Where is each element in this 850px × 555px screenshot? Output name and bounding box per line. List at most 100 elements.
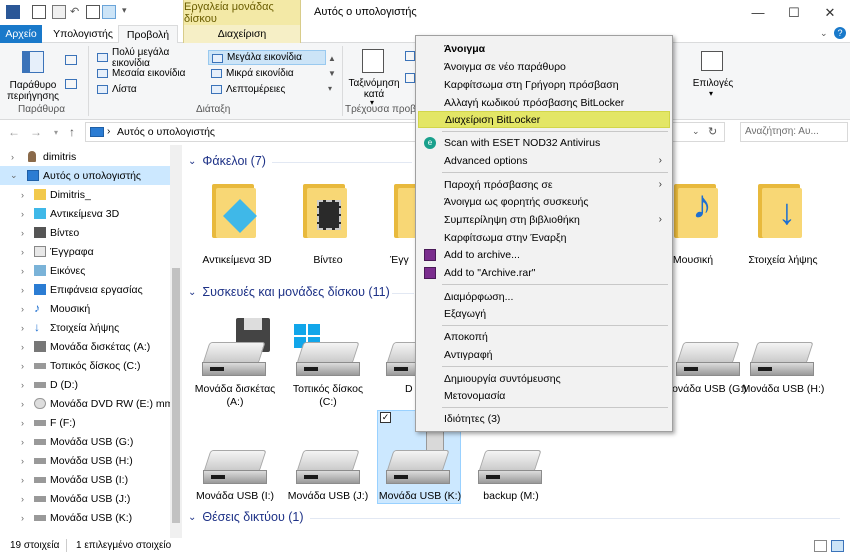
drive-label[interactable]: Μονάδα USB (H:) (738, 383, 828, 395)
preview-pane-icon[interactable] (65, 55, 77, 65)
layout-small-icons[interactable]: Μικρά εικονίδια (208, 66, 326, 81)
tree-item-dimitris-folder[interactable]: › Dimitris_ (0, 185, 170, 204)
tree-item-usb-j[interactable]: › Μονάδα USB (J:) (0, 489, 170, 508)
tree-item-usb-k[interactable]: › Μονάδα USB (K:) (0, 508, 170, 527)
tree-item-desktop[interactable]: › Επιφάνεια εργασίας (0, 280, 170, 299)
tree-item-floppy-a[interactable]: › Μονάδα δισκέτας (A:) (0, 337, 170, 356)
tree-item-downloads[interactable]: › ↓ Στοιχεία λήψης (0, 318, 170, 337)
address-dropdown-icon[interactable]: ⌄ (692, 126, 700, 137)
menu-item-open-as-portable[interactable]: Άνοιγμα ως φορητής συσκευής (418, 193, 670, 210)
menu-item-cut[interactable]: Αποκοπή (418, 328, 670, 345)
undo-icon[interactable]: ↶ (70, 5, 84, 19)
layout-scroll-icon[interactable]: ▲ ▼ ▾ (328, 51, 336, 96)
group-by-icon[interactable] (405, 51, 415, 61)
section-folders[interactable]: ⌄ Φάκελοι (7) (188, 154, 266, 168)
menu-item-give-access[interactable]: Παροχή πρόσβασης σε › (418, 176, 670, 193)
new-folder-icon[interactable] (52, 5, 66, 19)
folder-label[interactable]: Βίντεο (283, 254, 373, 266)
drive-backup-m[interactable] (478, 450, 542, 490)
drive-usb-g[interactable] (676, 342, 740, 382)
tree-item-dvd-e[interactable]: › Μονάδα DVD RW (E:) mm0 (0, 394, 179, 413)
options-button[interactable]: Επιλογές (692, 78, 734, 89)
menu-item-pin-to-start[interactable]: Καρφίτσωμα στην Έναρξη (418, 229, 670, 246)
menu-item-pin-quick-access[interactable]: Καρφίτσωμα στη Γρήγορη πρόσβαση (418, 76, 670, 93)
ribbon-collapse-icon[interactable]: ⌄ (820, 28, 828, 39)
drive-c[interactable] (296, 342, 360, 382)
tree-item-this-pc[interactable]: ⌄ Αυτός ο υπολογιστής (0, 166, 170, 185)
drive-label[interactable]: Μονάδα USB (J:) (283, 490, 373, 502)
menu-item-properties[interactable]: Ιδιότητες (3) (418, 410, 670, 427)
breadcrumb-separator-icon[interactable]: › (107, 126, 110, 137)
search-input[interactable]: Αναζήτηση: Αυ... (740, 122, 848, 142)
tree-item-documents[interactable]: › Έγγραφα (0, 242, 170, 261)
menu-item-advanced-options[interactable]: Advanced options › (418, 152, 670, 169)
drive-label[interactable]: backup (M:) (466, 490, 556, 502)
folder-label[interactable]: Αντικείμενα 3D (192, 254, 282, 266)
forward-icon[interactable]: → (28, 124, 44, 140)
drive-d[interactable] (386, 342, 416, 382)
folder-label[interactable]: Στοιχεία λήψης (738, 254, 828, 266)
menu-item-change-bitlocker-password[interactable]: Αλλαγή κωδικού πρόσβασης BitLocker (418, 94, 670, 111)
section-devices[interactable]: ⌄ Συσκευές και μονάδες δίσκου (11) (188, 285, 390, 299)
sort-by-button[interactable]: Ταξινόμηση κατά (346, 78, 402, 100)
drive-label[interactable]: Τοπικός δίσκος (C:) (283, 383, 373, 409)
properties-icon[interactable] (32, 5, 46, 19)
drive-usb-k[interactable] (386, 450, 450, 490)
add-columns-icon[interactable] (405, 73, 415, 83)
menu-item-include-in-library[interactable]: Συμπερίληψη στη βιβλιοθήκη › (418, 211, 670, 228)
menu-item-eject[interactable]: Εξαγωγή (418, 305, 670, 322)
tree-item-pictures[interactable]: › Εικόνες (0, 261, 170, 280)
folder-videos[interactable] (303, 180, 349, 240)
tree-item-music[interactable]: › ♪ Μουσική (0, 299, 170, 318)
drive-label[interactable]: Μονάδα USB (G:) (660, 383, 750, 395)
tree-item-videos[interactable]: › Βίντεο (0, 223, 170, 242)
layout-list[interactable]: Λίστα (94, 82, 206, 97)
section-network[interactable]: ⌄ Θέσεις δικτύου (1) (188, 510, 304, 524)
drive-usb-h[interactable] (750, 342, 814, 382)
tree-item-usb-i[interactable]: › Μονάδα USB (I:) (0, 470, 170, 489)
help-icon[interactable]: ? (834, 27, 846, 39)
quick-access-dropdown-icon[interactable]: ▾ (122, 5, 136, 19)
back-icon[interactable]: ← (6, 124, 22, 140)
options-dropdown-icon[interactable]: ▾ (709, 89, 713, 98)
details-pane-icon[interactable] (65, 79, 77, 89)
menu-item-eset-scan[interactable]: e Scan with ESET NOD32 Antivirus (418, 134, 670, 151)
layout-extra-large-icons[interactable]: Πολύ μεγάλα εικονίδια (94, 47, 206, 69)
minimize-icon[interactable]: — (740, 0, 776, 25)
tree-item-drive-d[interactable]: › D (D:) (0, 375, 170, 394)
tree-item-local-c[interactable]: › Τοπικός δίσκος (C:) (0, 356, 170, 375)
tab-file[interactable]: Αρχείο (0, 25, 42, 43)
menu-item-add-to-archive[interactable]: Add to archive... (418, 246, 670, 263)
navigation-pane-button[interactable]: Παράθυρο περιήγησης (4, 80, 62, 102)
layout-medium-icons[interactable]: Μεσαία εικονίδια (94, 66, 206, 81)
drive-usb-j[interactable] (296, 450, 360, 490)
breadcrumb[interactable]: Αυτός ο υπολογιστής (117, 126, 215, 138)
tree-item-user[interactable]: › dimitris (0, 147, 170, 166)
drive-a[interactable] (202, 342, 266, 382)
layout-large-icons[interactable]: Μεγάλα εικονίδια (208, 50, 326, 65)
rename-icon[interactable] (86, 5, 100, 19)
tree-item-drive-f[interactable]: › F (F:) (0, 413, 170, 432)
menu-item-copy[interactable]: Αντιγραφή (418, 346, 670, 363)
drive-label[interactable]: Μονάδα δισκέτας (A:) (190, 383, 280, 409)
details-view-icon[interactable] (814, 540, 827, 552)
menu-item-open[interactable]: Άνοιγμα (418, 40, 670, 57)
selection-checkbox[interactable]: ✓ (380, 412, 391, 423)
tab-computer[interactable]: Υπολογιστής (48, 25, 118, 43)
menu-item-add-to-archive-rar[interactable]: Add to "Archive.rar" (418, 264, 670, 281)
nav-scrollbar-thumb[interactable] (172, 268, 180, 523)
folder-music[interactable]: ♪ (674, 180, 720, 240)
drive-label[interactable]: Μονάδα USB (I:) (190, 490, 280, 502)
tab-manage[interactable]: Διαχείριση (183, 25, 301, 43)
tree-item-usb-h[interactable]: › Μονάδα USB (H:) (0, 451, 170, 470)
tree-item-usb-g[interactable]: › Μονάδα USB (G:) (0, 432, 170, 451)
recent-locations-icon[interactable]: ▾ (48, 124, 64, 140)
drive-usb-i[interactable] (203, 450, 267, 490)
refresh-icon[interactable]: ↻ (708, 125, 717, 138)
up-icon[interactable]: ↑ (64, 124, 80, 140)
maximize-icon[interactable]: ☐ (776, 0, 812, 25)
drive-label[interactable]: Μονάδα USB (K:) (375, 490, 465, 502)
layout-details[interactable]: Λεπτομέρειες (208, 82, 326, 97)
tree-item-3d-objects[interactable]: › Αντικείμενα 3D (0, 204, 170, 223)
close-icon[interactable]: ✕ (812, 0, 848, 25)
